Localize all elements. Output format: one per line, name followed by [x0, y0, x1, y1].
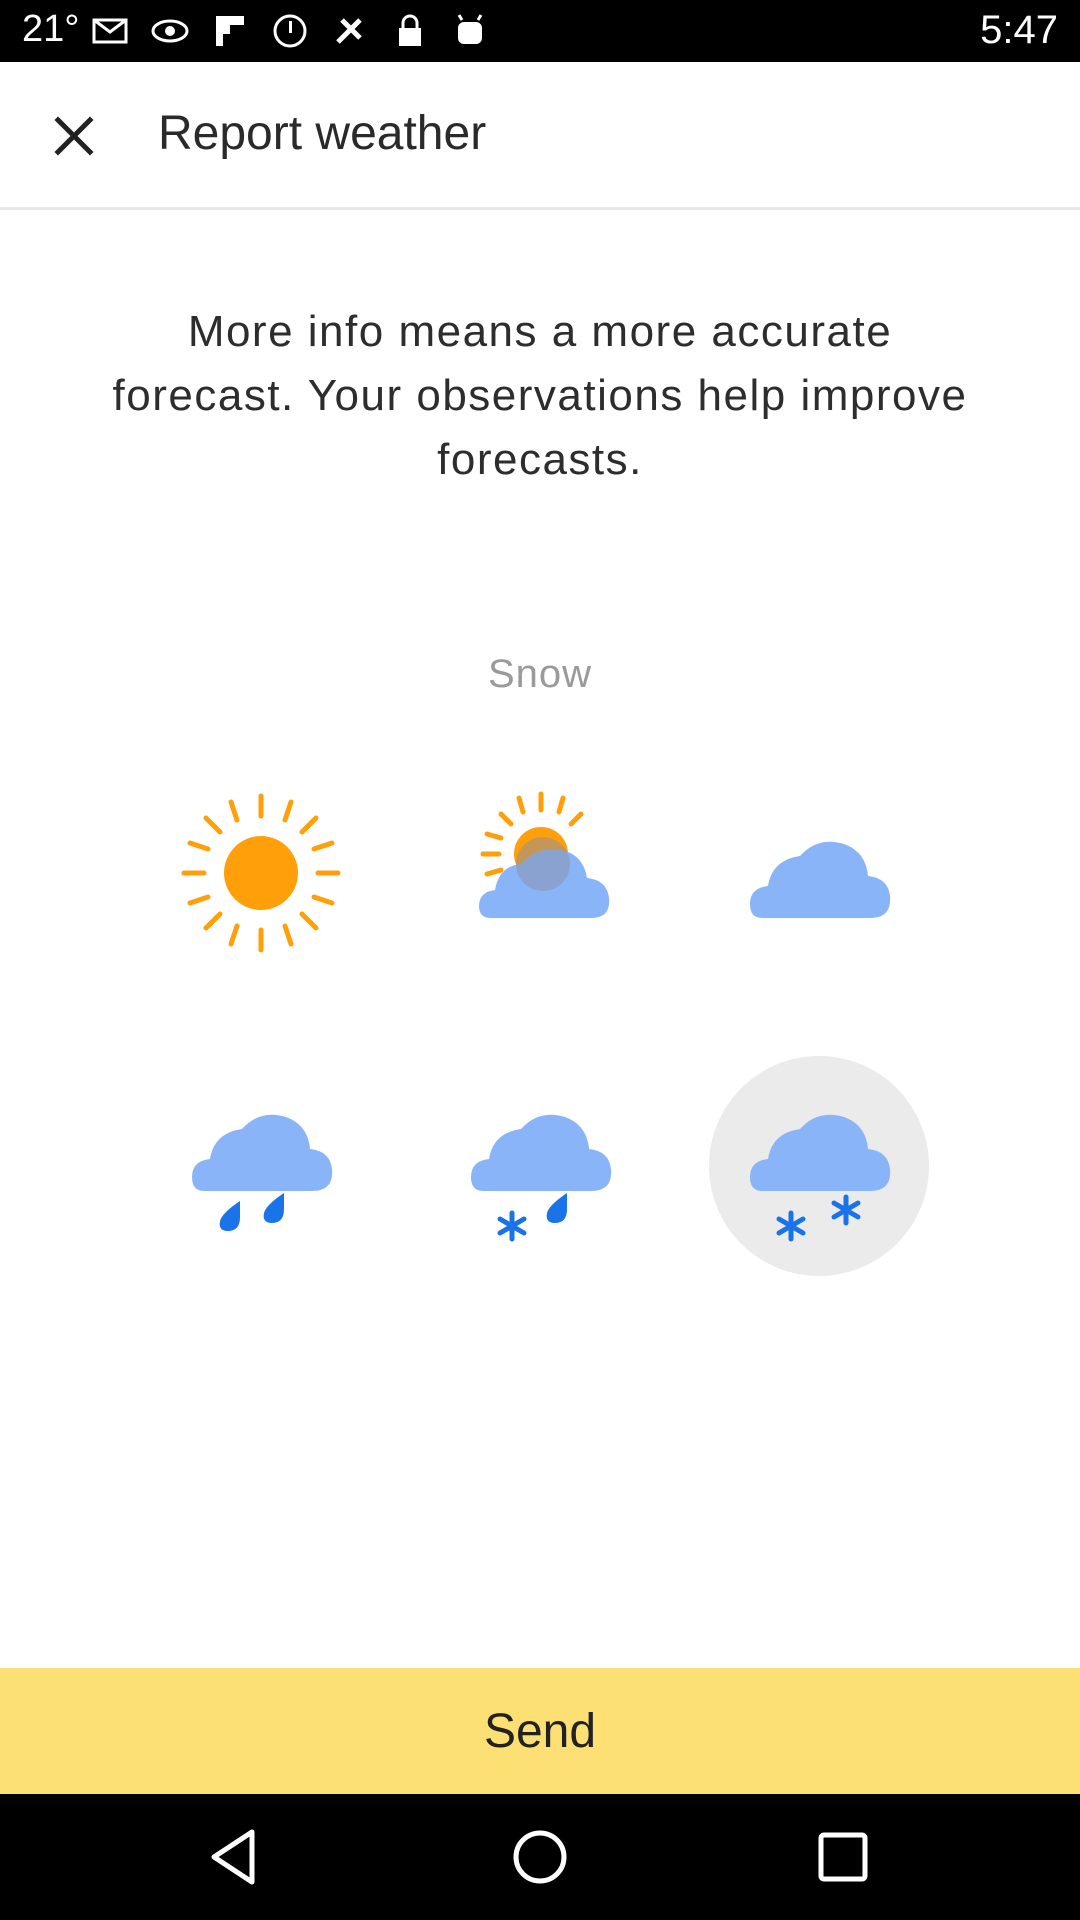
sunny-icon	[181, 793, 341, 953]
condition-sleet[interactable]	[430, 1056, 650, 1276]
condition-sunny[interactable]	[151, 763, 371, 983]
clock-text: 5:47	[980, 8, 1058, 52]
lock-icon	[399, 14, 421, 46]
condition-cloudy[interactable]	[709, 763, 929, 983]
gmail-icon	[92, 18, 128, 44]
selected-condition-label: Snow	[487, 652, 593, 696]
send-button-label: Send	[483, 1704, 597, 1758]
partly-cloudy-icon	[479, 791, 610, 918]
snow-icon	[750, 1114, 891, 1242]
back-icon[interactable]	[202, 1822, 272, 1892]
android-icon	[457, 14, 483, 44]
recents-icon[interactable]	[808, 1822, 878, 1892]
flipboard-icon	[216, 16, 244, 46]
dnd-icon	[273, 14, 307, 48]
vision-icon	[151, 19, 189, 43]
intro-text: More info means a more accurate forecast…	[112, 307, 968, 484]
temperature-text: 21°	[22, 8, 80, 50]
cloudy-icon	[750, 841, 891, 918]
condition-rain[interactable]	[151, 1056, 371, 1276]
navigation-bar	[0, 1794, 1080, 1920]
rain-icon	[192, 1114, 333, 1231]
status-bar: 21° 5:47	[0, 0, 1080, 62]
close-button[interactable]	[34, 96, 114, 176]
sleet-icon	[471, 1114, 612, 1242]
condition-snow[interactable]	[709, 1056, 929, 1276]
home-icon[interactable]	[505, 1822, 575, 1892]
send-button[interactable]: Send	[0, 1668, 1080, 1794]
fake-gps-icon	[336, 18, 362, 44]
page-title: Report weather	[158, 107, 487, 160]
condition-partly-cloudy[interactable]	[430, 763, 650, 983]
status-icons	[90, 12, 490, 50]
close-icon	[54, 116, 94, 156]
app-bar: Report weather	[0, 62, 1080, 210]
